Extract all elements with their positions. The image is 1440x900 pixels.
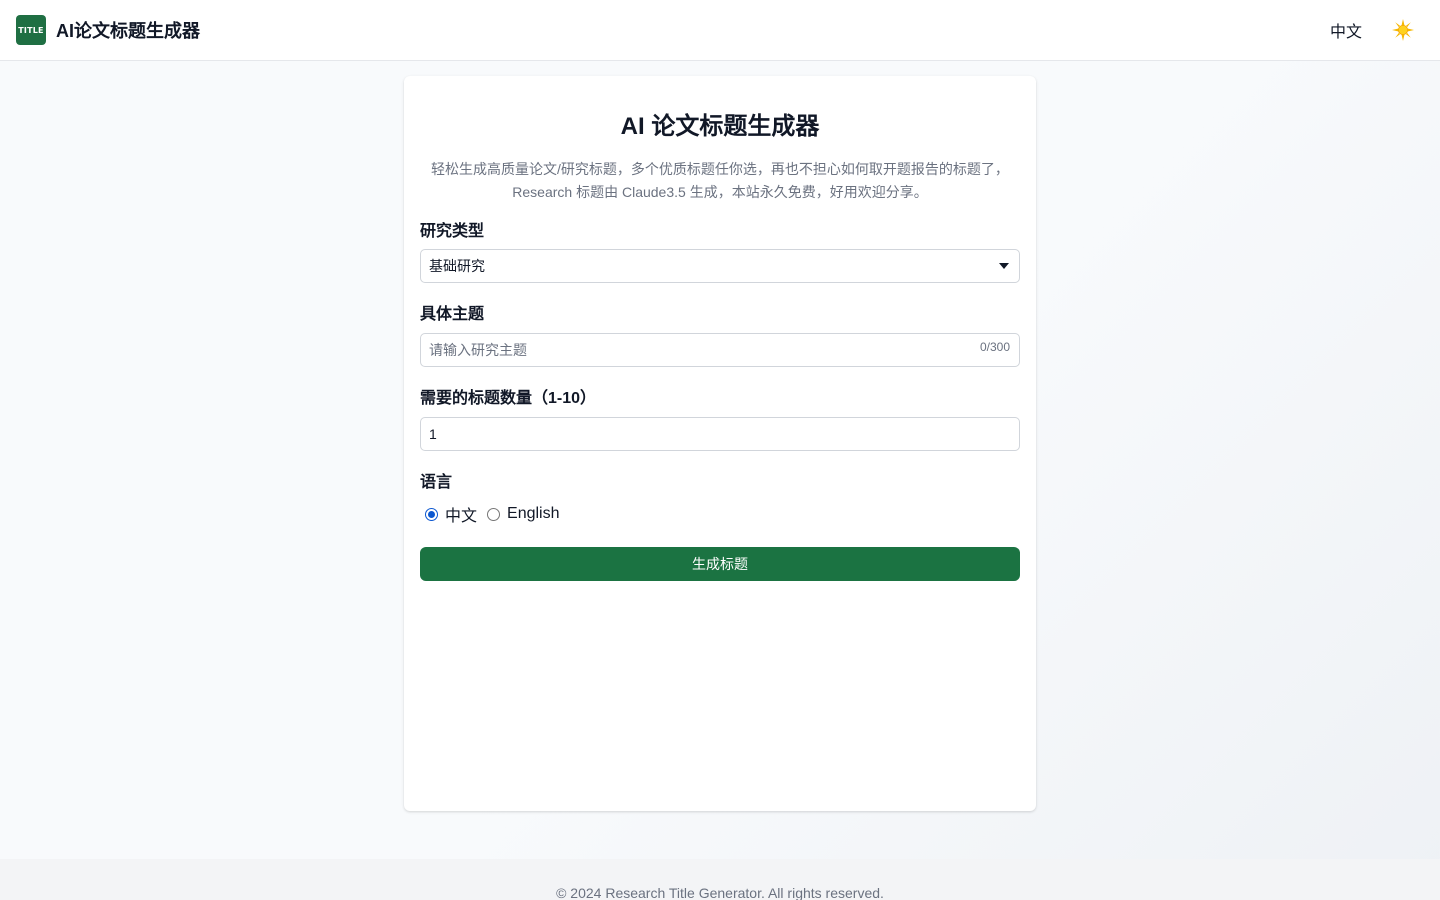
description-line-2: Research 标题由 Claude3.5 生成，本站永久免费，好用欢迎分享。 — [512, 184, 928, 200]
sun-icon-graphic — [1392, 19, 1414, 41]
top-header: TITLE AI论文标题生成器 中文 — [0, 0, 1440, 61]
research-type-label: 研究类型 — [420, 223, 485, 240]
title-count-group: 需要的标题数量（1-10） 1 — [420, 389, 1020, 451]
topic-label: 具体主题 — [420, 306, 485, 323]
title-count-label: 需要的标题数量（1-10） — [420, 390, 597, 407]
topic-input-wrapper: 0/300 — [420, 333, 1020, 367]
chevron-down-icon — [999, 263, 1009, 269]
topic-group: 具体主题 0/300 — [420, 305, 1020, 367]
footer: © 2024 Research Title Generator. All rig… — [0, 859, 1440, 900]
char-counter: 0/300 — [979, 340, 1010, 354]
logo-icon: TITLE — [16, 15, 46, 45]
page-description: 轻松生成高质量论文/研究标题，多个优质标题任你选，再也不担心如何取开题报告的标题… — [420, 158, 1020, 204]
language-options: 中文 English — [420, 502, 1020, 526]
research-type-selected: 基础研究 — [429, 258, 485, 274]
page-title: AI 论文标题生成器 — [620, 113, 820, 140]
radio-chinese[interactable] — [425, 507, 438, 521]
copyright-text: © 2024 Research Title Generator. All rig… — [556, 885, 884, 900]
generator-card: AI 论文标题生成器 轻松生成高质量论文/研究标题，多个优质标题任你选，再也不担… — [404, 76, 1036, 811]
radio-english[interactable] — [487, 507, 501, 521]
generate-button[interactable]: 生成标题 — [420, 547, 1020, 581]
brand[interactable]: TITLE AI论文标题生成器 — [16, 15, 200, 45]
brand-title: AI论文标题生成器 — [56, 21, 200, 41]
research-type-group: 研究类型 基础研究 — [420, 222, 1020, 283]
topic-input[interactable] — [420, 333, 1020, 367]
language-label: 语言 — [420, 474, 453, 491]
sun-icon[interactable] — [1392, 19, 1414, 41]
research-type-select[interactable]: 基础研究 — [420, 249, 1020, 283]
language-group: 语言 中文 English — [420, 473, 1020, 526]
title-count-input[interactable]: 1 — [420, 417, 1020, 451]
radio-chinese-label[interactable]: 中文 — [445, 502, 477, 526]
description-line-1: 轻松生成高质量论文/研究标题，多个优质标题任你选，再也不担心如何取开题报告的标题… — [431, 161, 1009, 177]
header-actions: 中文 — [1330, 18, 1424, 42]
language-switch[interactable]: 中文 — [1330, 18, 1362, 42]
radio-english-label[interactable]: English — [507, 505, 559, 523]
